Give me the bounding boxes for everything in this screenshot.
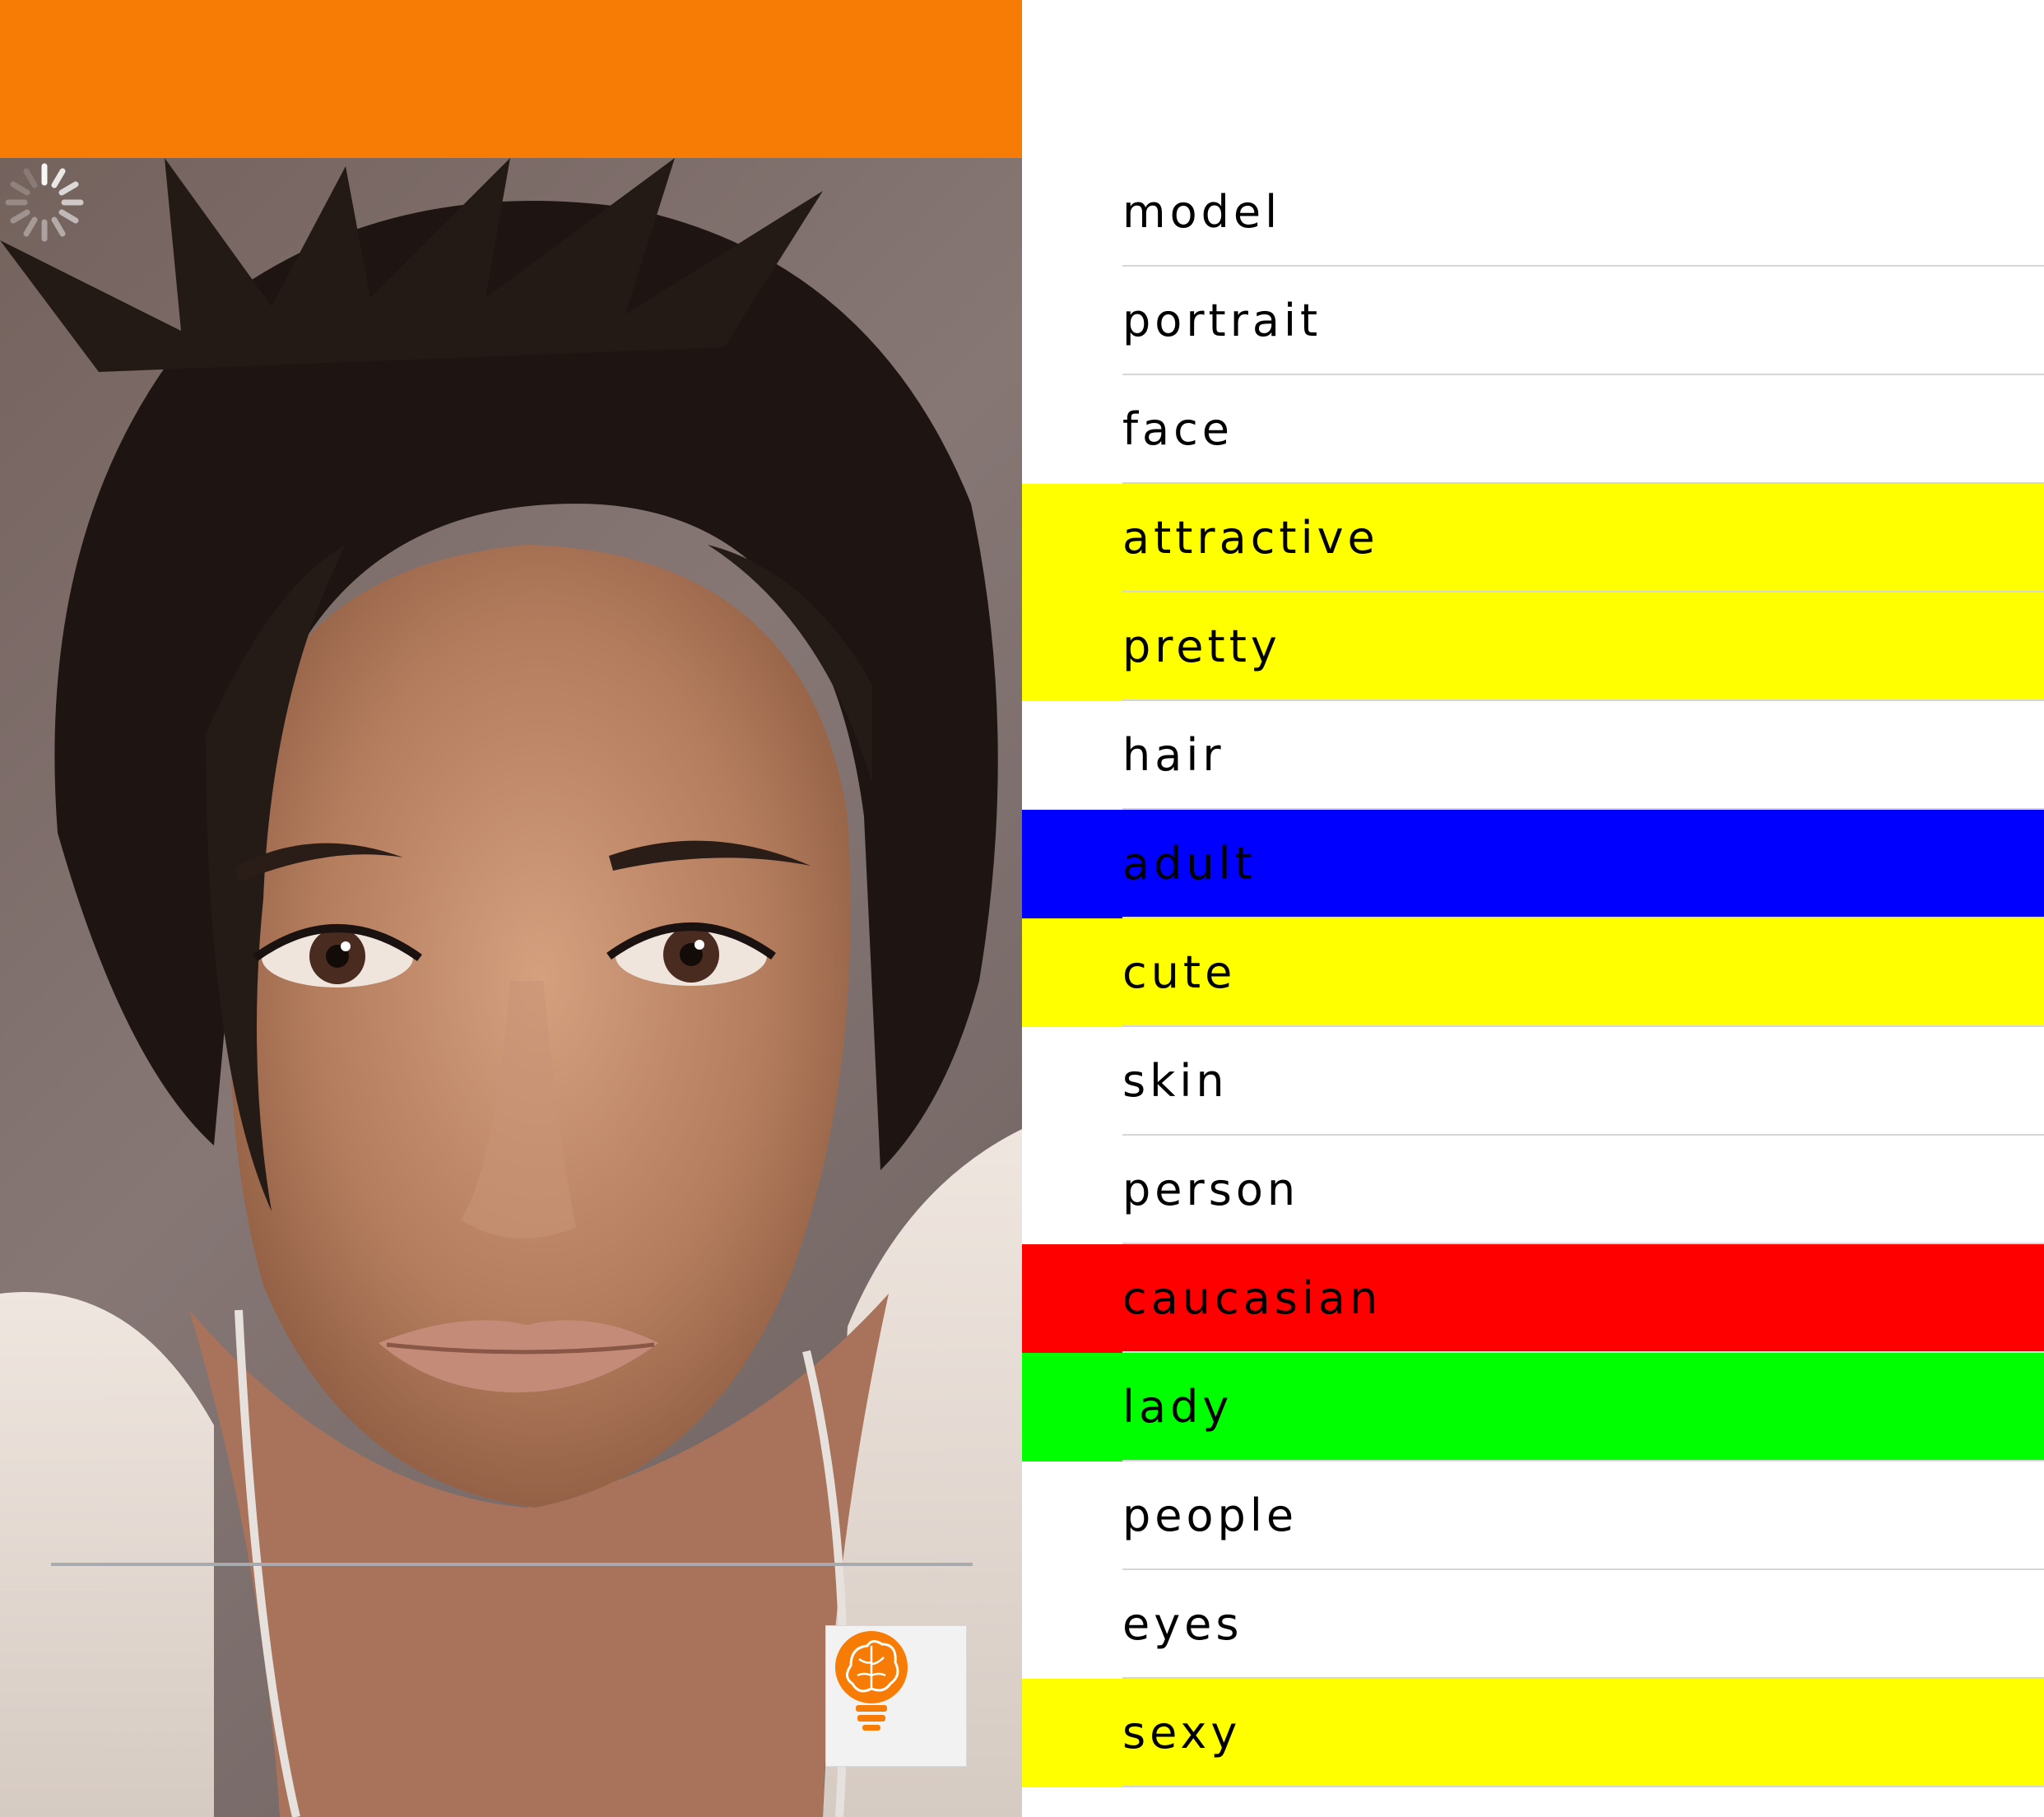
tag-row[interactable]: face	[1022, 375, 2044, 484]
analyze-button[interactable]	[825, 1625, 967, 1767]
tag-label: people	[1122, 1489, 1298, 1541]
tag-list: model portrait face attractive pretty hair adu…	[1022, 158, 2044, 1787]
tag-label: attractive	[1122, 512, 1379, 564]
tag-row[interactable]: hair	[1022, 701, 2044, 810]
tag-label: sexy	[1122, 1707, 1242, 1759]
analyzed-photo	[0, 158, 1022, 1817]
tag-row[interactable]: attractive	[1022, 484, 2044, 592]
tag-label: hair	[1122, 729, 1225, 781]
tag-row[interactable]: person	[1022, 1136, 2044, 1244]
tag-row[interactable]: eyes	[1022, 1570, 2044, 1679]
app-bar	[0, 0, 1022, 158]
tag-label: skin	[1122, 1055, 1229, 1107]
brain-lightbulb-icon	[835, 1631, 908, 1731]
tag-label: eyes	[1122, 1598, 1243, 1650]
tag-row[interactable]: sexy	[1022, 1679, 2044, 1787]
tag-row[interactable]: pretty	[1022, 592, 2044, 701]
portrait-illustration	[0, 158, 1022, 1817]
tag-label: lady	[1122, 1381, 1233, 1433]
tag-label: adult	[1122, 838, 1257, 890]
tag-row[interactable]: cute	[1022, 918, 2044, 1027]
divider-line	[51, 1563, 973, 1566]
tag-label: model	[1122, 186, 1282, 238]
tag-label: caucasian	[1122, 1272, 1382, 1324]
tag-label: pretty	[1122, 620, 1281, 672]
tag-row[interactable]: lady	[1022, 1353, 2044, 1462]
tag-row[interactable]: model	[1022, 158, 2044, 267]
left-pane	[0, 0, 1022, 1817]
loading-spinner-icon	[5, 163, 84, 242]
tag-row[interactable]: caucasian	[1022, 1244, 2044, 1353]
tag-row[interactable]: people	[1022, 1462, 2044, 1570]
tag-results-pane: model portrait face attractive pretty hair adu…	[1022, 0, 2044, 1817]
tag-row[interactable]: adult	[1022, 810, 2044, 918]
tag-label: portrait	[1122, 295, 1322, 346]
tag-label: face	[1122, 403, 1234, 455]
tag-label: cute	[1122, 946, 1237, 998]
tag-row[interactable]: skin	[1022, 1027, 2044, 1136]
tag-label: person	[1122, 1164, 1300, 1215]
row-divider	[1122, 1786, 2044, 1787]
tag-row[interactable]: portrait	[1022, 267, 2044, 375]
